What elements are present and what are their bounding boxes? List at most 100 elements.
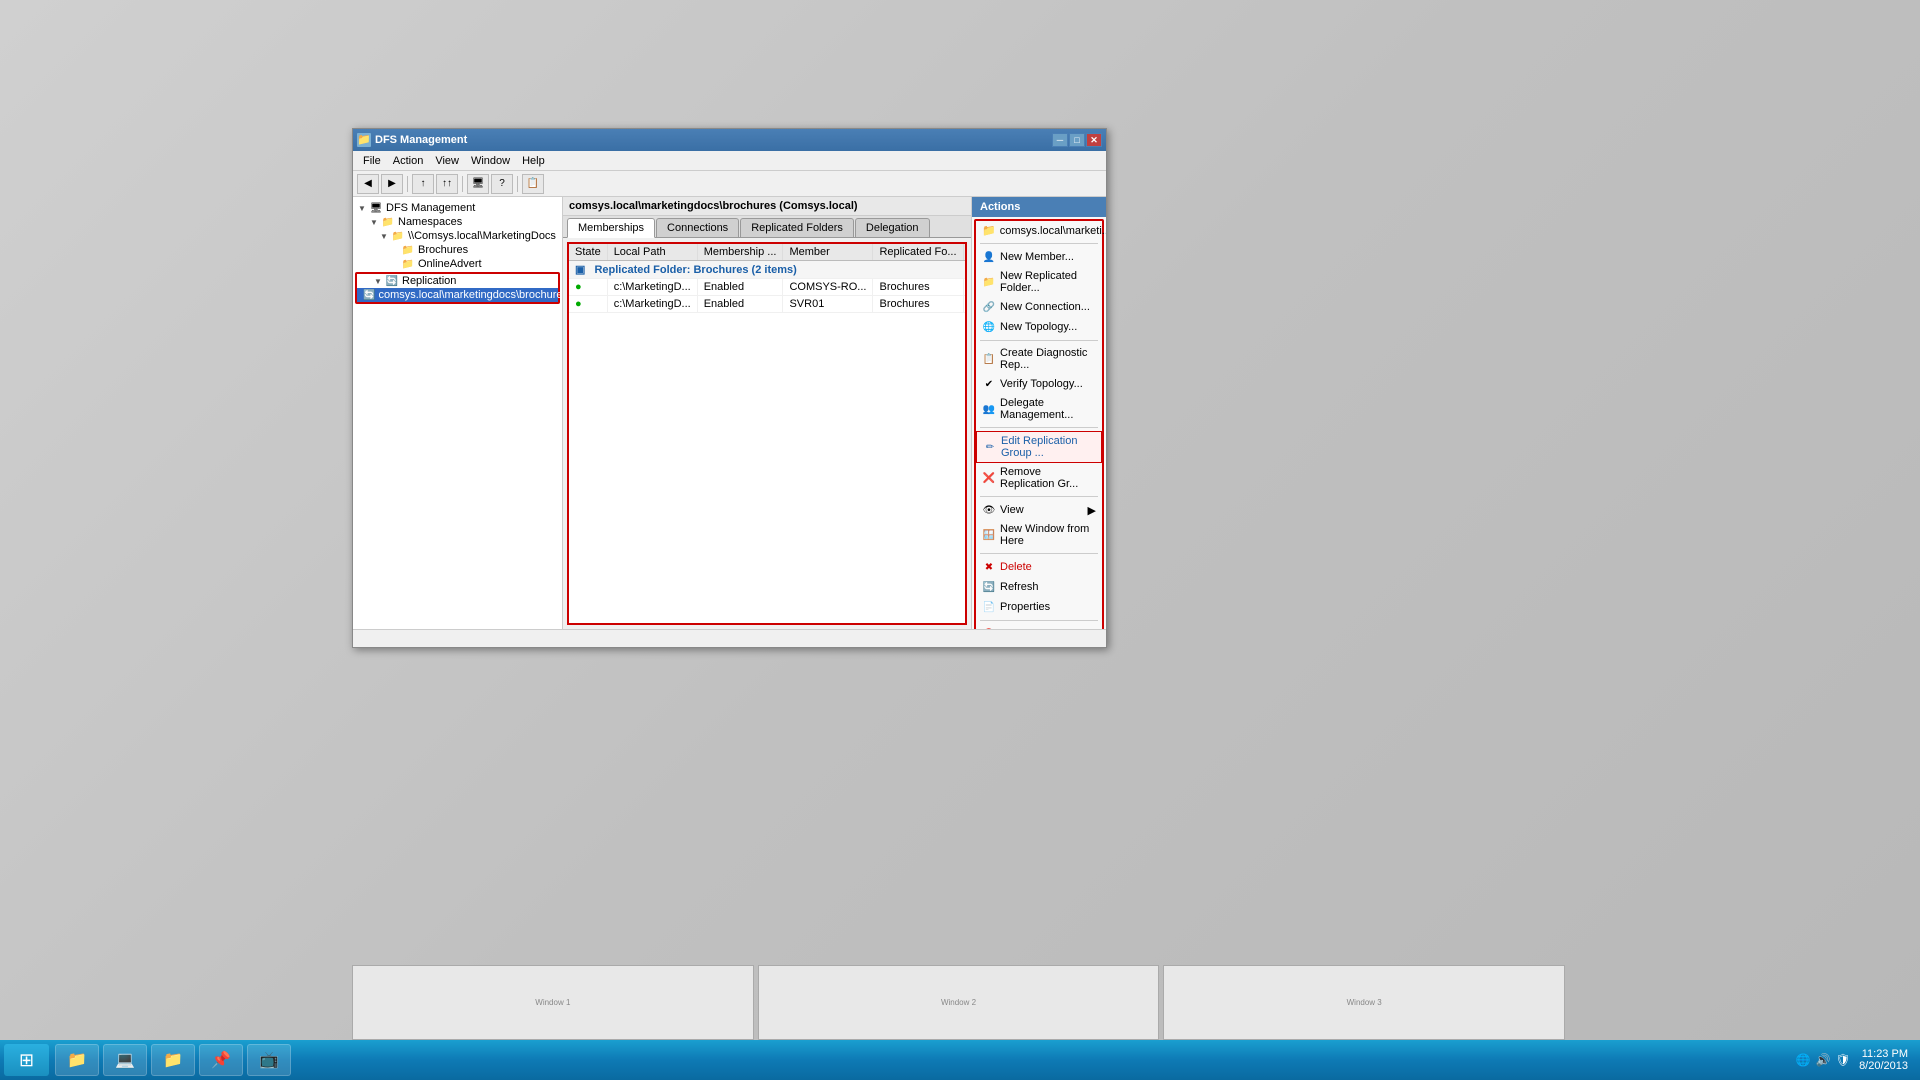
detail-header: comsys.local\marketingdocs\brochures (Co… [563, 197, 971, 216]
taskbar-clock[interactable]: 11:23 PM 8/20/2013 [1859, 1048, 1908, 1072]
verify-icon: ✔ [982, 377, 996, 391]
taskbar-files[interactable]: 📁 [151, 1044, 195, 1076]
table-header-row: State Local Path Membership ... Member [569, 244, 967, 261]
tray-volume[interactable]: 🔊 [1815, 1052, 1831, 1068]
taskbar-powershell[interactable]: 💻 [103, 1044, 147, 1076]
tab-connections[interactable]: Connections [656, 218, 739, 237]
tree-panel: ▼ 🖥 DFS Management ▼ 📁 Namespaces ▼ 📁 \\… [353, 197, 563, 629]
tree-marketingdocs-label: \\Comsys.local\MarketingDocs [408, 230, 556, 242]
tree-node-root[interactable]: ▼ 🖥 DFS Management [353, 201, 562, 215]
taskbar-pin[interactable]: 📌 [199, 1044, 243, 1076]
help-toolbar-button[interactable]: ? [491, 174, 513, 194]
replication-outline: ▼ 🔄 Replication 🔄 comsys.local\marketing… [355, 272, 560, 304]
action-new-member[interactable]: 👤 New Member... [976, 247, 1102, 267]
up2-button[interactable]: ↑↑ [436, 174, 458, 194]
replication-icon: 🔄 [385, 275, 399, 287]
action-verify-topology[interactable]: ✔ Verify Topology... [976, 374, 1102, 394]
edit-rep-icon: ✏ [983, 440, 997, 454]
action-new-connection[interactable]: 🔗 New Connection... [976, 297, 1102, 317]
tree-node-marketingdocs[interactable]: ▼ 📁 \\Comsys.local\MarketingDocs [353, 229, 562, 243]
tray-network[interactable]: 🌐 [1795, 1052, 1811, 1068]
cell-member-1: COMSYS-RO... [783, 279, 873, 296]
toolbar-sep-2 [462, 176, 463, 192]
properties-toolbar-button[interactable]: 📋 [522, 174, 544, 194]
view-icon: 👁 [982, 503, 996, 517]
minimize-button[interactable]: ─ [1052, 133, 1068, 147]
action-new-member-label: New Member... [1000, 251, 1074, 263]
action-new-replicated-folder[interactable]: 📁 New Replicated Folder... [976, 267, 1102, 297]
title-bar: 📁 DFS Management ─ □ ✕ [353, 129, 1106, 151]
taskbar-media[interactable]: 📺 [247, 1044, 291, 1076]
thumbnail-2[interactable]: Window 2 [758, 965, 1160, 1040]
back-button[interactable]: ◀ [357, 174, 379, 194]
menu-action[interactable]: Action [387, 153, 430, 169]
action-properties[interactable]: 📄 Properties [976, 597, 1102, 617]
right-panel: comsys.local\marketingdocs\brochures (Co… [563, 197, 971, 629]
rep-group-icon: 🔄 [363, 289, 375, 301]
action-create-diagnostic[interactable]: 📋 Create Diagnostic Rep... [976, 344, 1102, 374]
show-hide-button[interactable]: 🖥 [467, 174, 489, 194]
tray-security[interactable]: 🛡 [1835, 1052, 1851, 1068]
col-localpath: Local Path [607, 244, 697, 261]
expand-onlineadvert[interactable] [389, 259, 399, 269]
thumbnail-3[interactable]: Window 3 [1163, 965, 1565, 1040]
toolbar-sep-1 [407, 176, 408, 192]
col-member: Member [783, 244, 873, 261]
new-window-icon: 🪟 [982, 528, 996, 542]
main-window: 📁 DFS Management ─ □ ✕ File Action View … [352, 128, 1107, 648]
expand-marketingdocs[interactable]: ▼ [379, 231, 389, 241]
action-view-label: View [1000, 504, 1024, 516]
clock-time: 11:23 PM [1859, 1048, 1908, 1060]
tree-node-namespaces[interactable]: ▼ 📁 Namespaces [353, 215, 562, 229]
action-new-topology[interactable]: 🌐 New Topology... [976, 317, 1102, 337]
close-button[interactable]: ✕ [1086, 133, 1102, 147]
maximize-button[interactable]: □ [1069, 133, 1085, 147]
tab-bar: Memberships Connections Replicated Folde… [563, 216, 971, 238]
action-remove-replication[interactable]: ❌ Remove Replication Gr... [976, 463, 1102, 493]
menu-help[interactable]: Help [516, 153, 551, 169]
expand-root[interactable]: ▼ [357, 203, 367, 213]
taskbar-explorer[interactable]: 📁 [55, 1044, 99, 1076]
action-new-rep-folder-label: New Replicated Folder... [1000, 270, 1096, 294]
action-new-connection-label: New Connection... [1000, 301, 1090, 313]
tree-node-onlineadvert[interactable]: 📁 OnlineAdvert [353, 257, 562, 271]
tab-memberships[interactable]: Memberships [567, 218, 655, 238]
tab-delegation[interactable]: Delegation [855, 218, 930, 237]
delegate-icon: 👥 [982, 402, 996, 416]
action-delegate-management[interactable]: 👥 Delegate Management... [976, 394, 1102, 424]
forward-button[interactable]: ▶ [381, 174, 403, 194]
menu-file[interactable]: File [357, 153, 387, 169]
thumbnail-1[interactable]: Window 1 [352, 965, 754, 1040]
actions-section-icon: 📁 [982, 224, 996, 237]
tree-node-replication-group[interactable]: 🔄 comsys.local\marketingdocs\brochures [357, 288, 558, 302]
action-new-window[interactable]: 🪟 New Window from Here [976, 520, 1102, 550]
tree-node-brochures[interactable]: 📁 Brochures [353, 243, 562, 257]
action-properties-label: Properties [1000, 601, 1050, 613]
cell-localpath-1: c:\MarketingD... [607, 279, 697, 296]
thumbnail-2-label: Window 2 [941, 998, 976, 1007]
tab-replicated-folders[interactable]: Replicated Folders [740, 218, 854, 237]
cell-state-2: ● [569, 296, 607, 313]
table-row[interactable]: ● c:\MarketingD... Enabled SVR01 Brochur… [569, 296, 967, 313]
start-button[interactable]: ⊞ [4, 1044, 49, 1076]
action-edit-rep-label: Edit Replication Group ... [1001, 435, 1095, 459]
thumbnail-3-label: Window 3 [1347, 998, 1382, 1007]
up-button[interactable]: ↑ [412, 174, 434, 194]
table-row[interactable]: ● c:\MarketingD... Enabled COMSYS-RO... … [569, 279, 967, 296]
memberships-table-container: State Local Path Membership ... Member [567, 242, 967, 625]
menu-view[interactable]: View [429, 153, 465, 169]
action-delete[interactable]: ✖ Delete [976, 557, 1102, 577]
onlineadvert-icon: 📁 [401, 258, 415, 270]
action-edit-replication[interactable]: ✏ Edit Replication Group ... [976, 431, 1102, 463]
menu-window[interactable]: Window [465, 153, 516, 169]
expand-replication[interactable]: ▼ [373, 276, 383, 286]
menu-bar: File Action View Window Help [353, 151, 1106, 171]
actions-sep-4 [980, 553, 1098, 554]
expand-brochures[interactable] [389, 245, 399, 255]
tree-node-replication[interactable]: ▼ 🔄 Replication [357, 274, 558, 288]
expand-namespaces[interactable]: ▼ [369, 217, 379, 227]
actions-sep-1 [980, 340, 1098, 341]
actions-header: Actions [972, 197, 1106, 217]
action-refresh[interactable]: 🔄 Refresh [976, 577, 1102, 597]
action-view[interactable]: 👁 View ▶ [976, 500, 1102, 520]
